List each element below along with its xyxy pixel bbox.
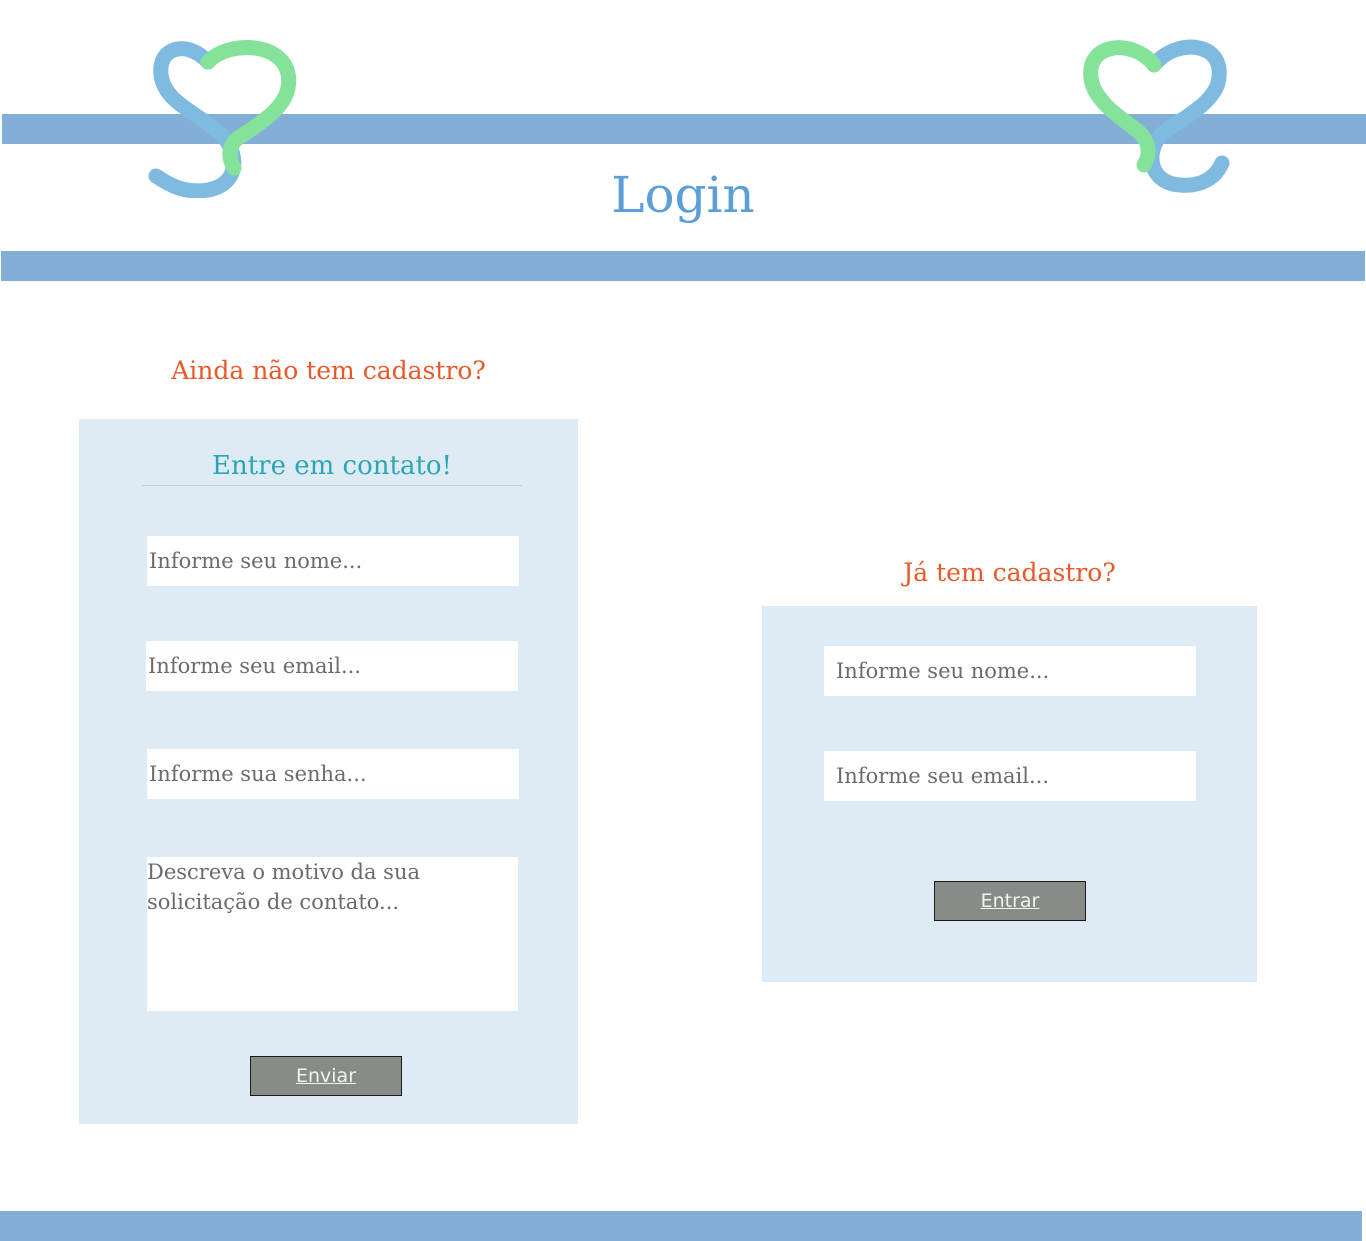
send-button[interactable]: Enviar [250, 1056, 402, 1096]
name-input[interactable]: Informe seu nome... [147, 536, 519, 586]
contact-form-panel: Entre em contato! Informe seu nome... In… [79, 419, 578, 1124]
header-band-bottom [1, 251, 1365, 281]
register-question: Ainda não tem cadastro? [171, 356, 486, 385]
login-email-input[interactable]: Informe seu email... [824, 751, 1196, 801]
login-form-panel: Informe seu nome... Informe seu email...… [762, 606, 1257, 982]
reason-textarea[interactable]: Descreva o motivo da sua solicitação de … [147, 857, 518, 1011]
page-title: Login [611, 166, 755, 224]
login-question: Já tem cadastro? [903, 558, 1116, 587]
contact-heading: Entre em contato! [211, 451, 453, 481]
heading-divider [142, 485, 522, 486]
password-input[interactable]: Informe sua senha... [147, 749, 519, 799]
login-name-input[interactable]: Informe seu nome... [824, 646, 1196, 696]
footer-band [0, 1211, 1362, 1241]
email-input[interactable]: Informe seu email... [146, 641, 518, 691]
login-button[interactable]: Entrar [934, 881, 1086, 921]
